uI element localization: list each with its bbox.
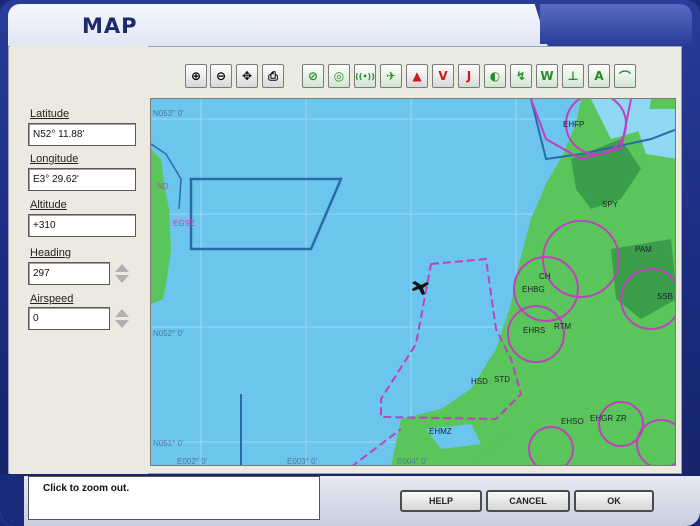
label-n052: N052° 0' — [153, 329, 184, 338]
label-n053: N053° 0' — [153, 109, 184, 118]
terrain-icon: ◐ — [489, 69, 501, 83]
pan-button[interactable]: ✥ — [236, 64, 258, 88]
longitude-label: Longitude — [30, 153, 79, 165]
pan-icon: ✥ — [241, 69, 253, 83]
airport-toggle[interactable]: ⊥ — [562, 64, 584, 88]
map-canvas[interactable]: EHFP SPY PAM SSB EGSE ND CH EHBG EHRS RT… — [150, 98, 676, 466]
label-std: STD — [494, 375, 510, 384]
label-ehbg: EHBG — [522, 285, 545, 294]
heading-up-icon[interactable] — [114, 262, 130, 273]
label-hsd: HSD — [471, 377, 488, 386]
terrain-toggle[interactable]: ◐ — [484, 64, 506, 88]
boundary-toggle[interactable]: ⌒ — [614, 64, 636, 88]
label-ehmz: EHMZ — [429, 427, 452, 436]
label-spy: SPY — [602, 200, 619, 209]
print-icon: ⎙ — [268, 68, 278, 83]
latitude-field[interactable]: N52° 11.88' — [28, 123, 136, 146]
bottom-corner — [0, 474, 24, 526]
altitude-field[interactable]: +310 — [28, 214, 136, 237]
uk-coast-land — [151, 149, 171, 304]
heading-field[interactable]: 297 — [28, 262, 110, 285]
label-e004: E004° 0' — [397, 457, 428, 466]
label-nd: ND — [157, 182, 169, 191]
status-text: Click to zoom out. — [28, 476, 320, 520]
map-dialog: MAP Latitude N52° 11.88' Longitude E3° 2… — [0, 0, 700, 526]
airspeed-spinner[interactable] — [114, 307, 130, 329]
airspeed-label: Airspeed — [30, 293, 74, 305]
longitude-field[interactable]: E3° 29.62' — [28, 168, 136, 191]
label-e003: E003° 0' — [287, 457, 318, 466]
airspeed-field[interactable]: 0 — [28, 307, 110, 330]
approach-icon: ✈ — [385, 69, 397, 83]
label-egse: EGSE — [173, 219, 195, 228]
zoom-out-icon: ⊖ — [215, 69, 227, 83]
label-ehfp: EHFP — [563, 120, 584, 129]
airspace-icon: A — [594, 69, 604, 83]
intersection-icon: ▲ — [412, 69, 422, 83]
ok-button[interactable]: OK — [574, 490, 654, 512]
jet-airway-icon: J — [466, 69, 472, 83]
heading-down-icon[interactable] — [114, 273, 130, 284]
label-pam: PAM — [635, 245, 652, 254]
airport-icon: ⊥ — [567, 69, 579, 83]
label-ssb: SSB — [657, 292, 673, 301]
vor-icon: ⊘ — [307, 69, 319, 83]
altitude-label: Altitude — [30, 199, 67, 211]
vor-toggle[interactable]: ⊘ — [302, 64, 324, 88]
help-button[interactable]: HELP — [400, 490, 482, 512]
airspace-toggle[interactable]: A — [588, 64, 610, 88]
label-ehso: EHSO — [561, 417, 584, 426]
waypoint-icon: W — [540, 69, 554, 83]
route-icon: ↯ — [515, 69, 527, 83]
victor-airway-toggle[interactable]: V — [432, 64, 454, 88]
waypoint-toggle[interactable]: W — [536, 64, 558, 88]
heading-spinner[interactable] — [114, 262, 130, 284]
jet-airway-toggle[interactable]: J — [458, 64, 480, 88]
title-bar-accent — [540, 4, 692, 44]
ndb-toggle[interactable]: ◎ — [328, 64, 350, 88]
label-rtm: RTM — [554, 322, 572, 331]
grid-labels: N053° 0' N052° 0' N051° 0' E002° 0' E003… — [153, 109, 428, 466]
airspeed-down-icon[interactable] — [114, 318, 130, 329]
window-title: MAP — [82, 14, 138, 38]
label-ehgr: EHGR — [590, 414, 613, 423]
approach-toggle[interactable]: ✈ — [380, 64, 402, 88]
label-n051: N051° 0' — [153, 439, 184, 448]
label-zr: ZR — [616, 414, 627, 423]
victor-airway-icon: V — [438, 69, 448, 83]
map-svg[interactable]: EHFP SPY PAM SSB EGSE ND CH EHBG EHRS RT… — [151, 99, 676, 466]
cancel-button[interactable]: CANCEL — [486, 490, 570, 512]
intersection-toggle[interactable]: ▲ — [406, 64, 428, 88]
print-button[interactable]: ⎙ — [262, 64, 284, 88]
label-e002: E002° 0' — [177, 457, 208, 466]
heading-label: Heading — [30, 247, 71, 259]
label-ehrs: EHRS — [523, 326, 545, 335]
latitude-label: Latitude — [30, 108, 70, 120]
zoom-in-icon: ⊕ — [190, 69, 202, 83]
zoom-in-button[interactable]: ⊕ — [185, 64, 207, 88]
route-toggle[interactable]: ↯ — [510, 64, 532, 88]
airspeed-up-icon[interactable] — [114, 307, 130, 318]
boundary-icon: ⌒ — [618, 69, 631, 84]
label-ch: CH — [539, 272, 551, 281]
ndb-icon: ◎ — [333, 69, 345, 83]
ils-toggle[interactable]: ((•)) — [354, 64, 376, 88]
ils-icon: ((•)) — [355, 71, 375, 81]
zoom-out-button[interactable]: ⊖ — [210, 64, 232, 88]
